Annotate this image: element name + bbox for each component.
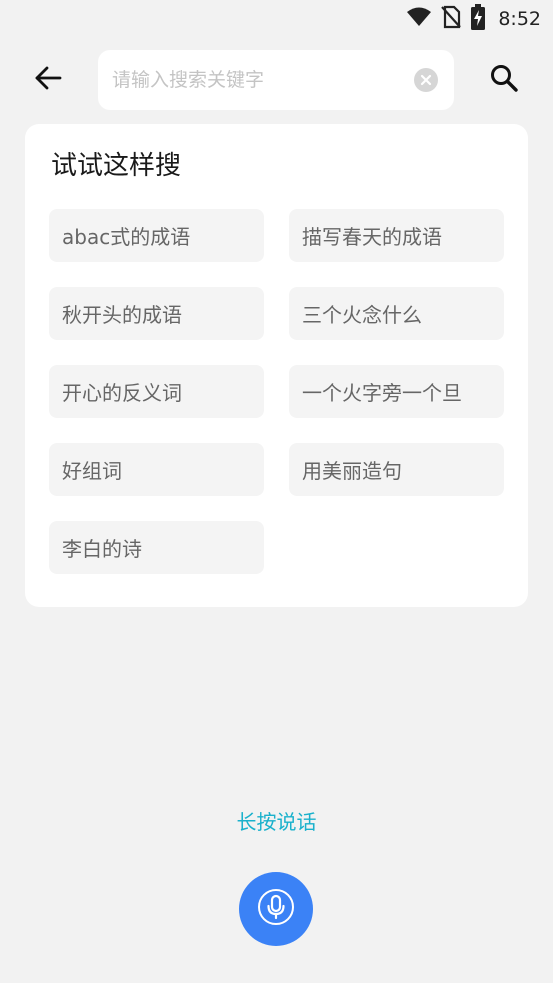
battery-charging-icon	[470, 4, 486, 34]
suggestion-chip[interactable]: 开心的反义词	[49, 365, 264, 418]
suggestions-card: 试试这样搜 abac式的成语 描写春天的成语 秋开头的成语 三个火念什么 开心的…	[25, 124, 528, 607]
status-time: 8:52	[498, 8, 541, 30]
voice-hint-label: 长按说话	[236, 810, 317, 834]
back-button[interactable]	[28, 60, 68, 100]
suggestion-chips: abac式的成语 描写春天的成语 秋开头的成语 三个火念什么 开心的反义词 一个…	[49, 209, 505, 574]
no-sim-icon	[440, 5, 462, 33]
search-input[interactable]	[112, 50, 402, 110]
suggestion-chip[interactable]: 好组词	[49, 443, 264, 496]
wifi-icon	[406, 6, 432, 32]
suggestions-title: 试试这样搜	[51, 151, 182, 181]
voice-input-button[interactable]	[239, 872, 313, 946]
search-button[interactable]	[484, 60, 524, 100]
search-box	[98, 50, 454, 110]
arrow-left-icon	[34, 66, 62, 94]
search-icon	[489, 63, 519, 97]
suggestion-chip[interactable]: 用美丽造句	[289, 443, 504, 496]
suggestion-chip[interactable]: abac式的成语	[49, 209, 264, 262]
suggestion-chip[interactable]: 李白的诗	[49, 521, 264, 574]
close-icon	[420, 71, 432, 90]
suggestion-chip[interactable]: 一个火字旁一个旦	[289, 365, 504, 418]
top-bar	[0, 48, 553, 112]
suggestion-chip[interactable]: 描写春天的成语	[289, 209, 504, 262]
clear-search-button[interactable]	[414, 68, 438, 92]
suggestion-chip[interactable]: 秋开头的成语	[49, 287, 264, 340]
status-icons: 8:52	[406, 4, 541, 34]
status-bar: 8:52	[0, 0, 553, 38]
microphone-icon	[257, 888, 295, 930]
suggestion-chip[interactable]: 三个火念什么	[289, 287, 504, 340]
